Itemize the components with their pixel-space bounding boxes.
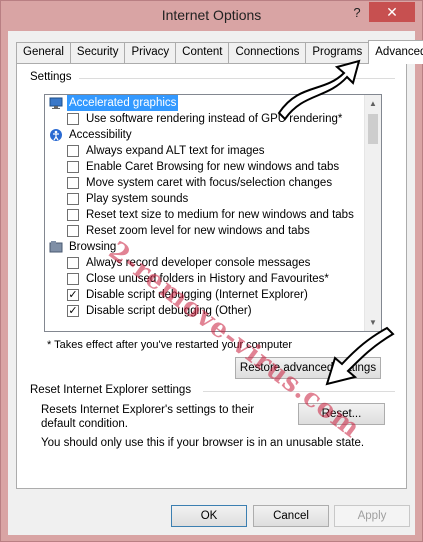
unchecked-checkbox[interactable] <box>67 273 79 285</box>
unchecked-checkbox[interactable] <box>67 209 79 221</box>
checked-checkbox[interactable]: ✓ <box>67 289 79 301</box>
tab-privacy[interactable]: Privacy <box>124 42 177 63</box>
category-label: Accessibility <box>69 129 132 141</box>
dialog-client: General Security Privacy Content Connect… <box>8 31 423 535</box>
unchecked-checkbox[interactable] <box>67 113 79 125</box>
unchecked-checkbox[interactable] <box>67 257 79 269</box>
settings-option[interactable]: ✓ Disable script debugging (Other) <box>45 303 366 319</box>
reset-divider <box>203 391 395 392</box>
option-label: Reset zoom level for new windows and tab… <box>86 225 310 237</box>
tab-advanced[interactable]: Advanced <box>368 40 423 64</box>
settings-category[interactable]: Browsing <box>45 239 366 255</box>
tab-content[interactable]: Content <box>175 42 230 63</box>
settings-tree[interactable]: Accelerated graphics Use software renderi… <box>44 94 382 332</box>
option-label: Play system sounds <box>86 193 189 205</box>
settings-option[interactable]: Enable Caret Browsing for new windows an… <box>45 159 366 175</box>
advanced-panel: Settings Accelerated graphics Use softwar… <box>16 63 407 489</box>
settings-label: Settings <box>30 71 72 83</box>
settings-option[interactable]: Close unused folders in History and Favo… <box>45 271 366 287</box>
unchecked-checkbox[interactable] <box>67 161 79 173</box>
checked-checkbox[interactable]: ✓ <box>67 305 79 317</box>
cancel-button[interactable]: Cancel <box>253 505 329 527</box>
settings-option[interactable]: Play system sounds <box>45 191 366 207</box>
settings-option[interactable]: Use software rendering instead of GPU re… <box>45 111 366 127</box>
option-label: Disable script debugging (Other) <box>86 305 252 317</box>
reset-warning: You should only use this if your browser… <box>41 437 365 449</box>
settings-option[interactable]: Reset zoom level for new windows and tab… <box>45 223 366 239</box>
unchecked-checkbox[interactable] <box>67 145 79 157</box>
option-label: Close unused folders in History and Favo… <box>86 273 329 285</box>
help-button[interactable]: ? <box>347 4 367 22</box>
scroll-up-icon[interactable]: ▲ <box>365 95 381 112</box>
option-label: Disable script debugging (Internet Explo… <box>86 289 308 301</box>
settings-category[interactable]: Accessibility <box>45 127 366 143</box>
settings-option[interactable]: Always record developer console messages <box>45 255 366 271</box>
option-label: Use software rendering instead of GPU re… <box>86 113 343 125</box>
settings-option[interactable]: ✓ Disable script debugging (Internet Expl… <box>45 287 366 303</box>
settings-option[interactable]: Reset text size to medium for new window… <box>45 207 366 223</box>
reset-description: Resets Internet Explorer's settings to t… <box>41 404 255 430</box>
tab-programs[interactable]: Programs <box>305 42 370 63</box>
option-label: Enable Caret Browsing for new windows an… <box>86 161 340 173</box>
folder-icon <box>49 240 63 254</box>
unchecked-checkbox[interactable] <box>67 177 79 189</box>
reset-button[interactable]: Reset... <box>298 403 385 425</box>
category-label: Browsing <box>69 241 117 253</box>
monitor-icon <box>49 96 63 110</box>
category-label: Accelerated graphics <box>67 95 179 111</box>
apply-button[interactable]: Apply <box>334 505 410 527</box>
tab-general[interactable]: General <box>16 42 71 63</box>
scroll-thumb[interactable] <box>368 114 378 144</box>
internet-options-window: Internet Options ? ✕ General Security Pr… <box>0 0 423 542</box>
restore-advanced-settings-button[interactable]: Restore advanced settings <box>235 357 381 379</box>
unchecked-checkbox[interactable] <box>67 225 79 237</box>
option-label: Move system caret with focus/selection c… <box>86 177 333 189</box>
ok-button[interactable]: OK <box>171 505 247 527</box>
unchecked-checkbox[interactable] <box>67 193 79 205</box>
reset-section-label: Reset Internet Explorer settings <box>30 384 192 396</box>
title-bar[interactable]: Internet Options ? ✕ <box>1 1 422 31</box>
option-label: Always record developer console messages <box>86 257 311 269</box>
accessibility-icon <box>49 128 63 142</box>
tab-strip: General Security Privacy Content Connect… <box>16 40 423 64</box>
tab-connections[interactable]: Connections <box>228 42 307 63</box>
scroll-down-icon[interactable]: ▼ <box>365 314 381 331</box>
option-label: Always expand ALT text for images <box>86 145 265 157</box>
close-button[interactable]: ✕ <box>369 2 415 22</box>
settings-list: Accelerated graphics Use software renderi… <box>45 95 366 319</box>
settings-option[interactable]: Move system caret with focus/selection c… <box>45 175 366 191</box>
settings-divider <box>79 78 395 79</box>
option-label: Reset text size to medium for new window… <box>86 209 354 221</box>
tab-security[interactable]: Security <box>69 42 126 63</box>
restart-footnote: * Takes effect after you've restarted yo… <box>47 339 293 351</box>
settings-option[interactable]: Always expand ALT text for images <box>45 143 366 159</box>
vertical-scrollbar[interactable]: ▲ ▼ <box>364 95 381 331</box>
settings-category[interactable]: Accelerated graphics <box>45 95 366 111</box>
